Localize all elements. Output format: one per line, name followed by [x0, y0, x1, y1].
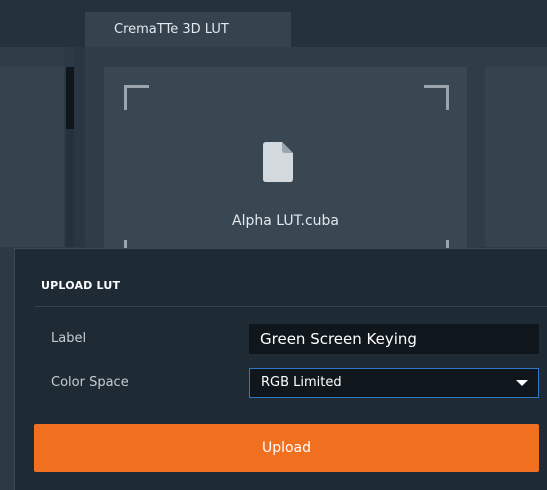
popup-divider [35, 306, 547, 307]
color-space-selected: RGB Limited [261, 375, 342, 390]
upload-lut-popup: UPLOAD LUT Label Color Space RGB Limited… [14, 248, 547, 490]
corner-marker-bottom-right [424, 240, 449, 248]
scrollbar[interactable] [66, 67, 74, 247]
chevron-down-icon [516, 380, 528, 386]
tab-lut[interactable]: CremaTTe 3D LUT [85, 12, 291, 47]
label-input[interactable] [249, 324, 539, 354]
scrollbar-thumb[interactable] [66, 67, 74, 129]
corner-marker-bottom-left [124, 240, 149, 248]
file-name: Alpha LUT.cuba [232, 213, 339, 229]
file-icon [263, 142, 293, 182]
color-space-field-label: Color Space [51, 375, 129, 390]
upload-button[interactable]: Upload [34, 424, 539, 472]
app-root: CremaTTe 3D LUT Alpha LUT.cuba UPLOAD LU… [0, 0, 547, 490]
label-field-label: Label [51, 331, 87, 346]
corner-marker-top-right [424, 85, 449, 110]
panel-divider [74, 47, 85, 247]
right-header [485, 47, 547, 67]
corner-marker-top-left [124, 85, 149, 110]
left-panel [0, 47, 64, 247]
popup-title: UPLOAD LUT [41, 279, 121, 292]
color-space-select[interactable]: RGB Limited [249, 368, 539, 398]
right-panel [485, 67, 547, 247]
